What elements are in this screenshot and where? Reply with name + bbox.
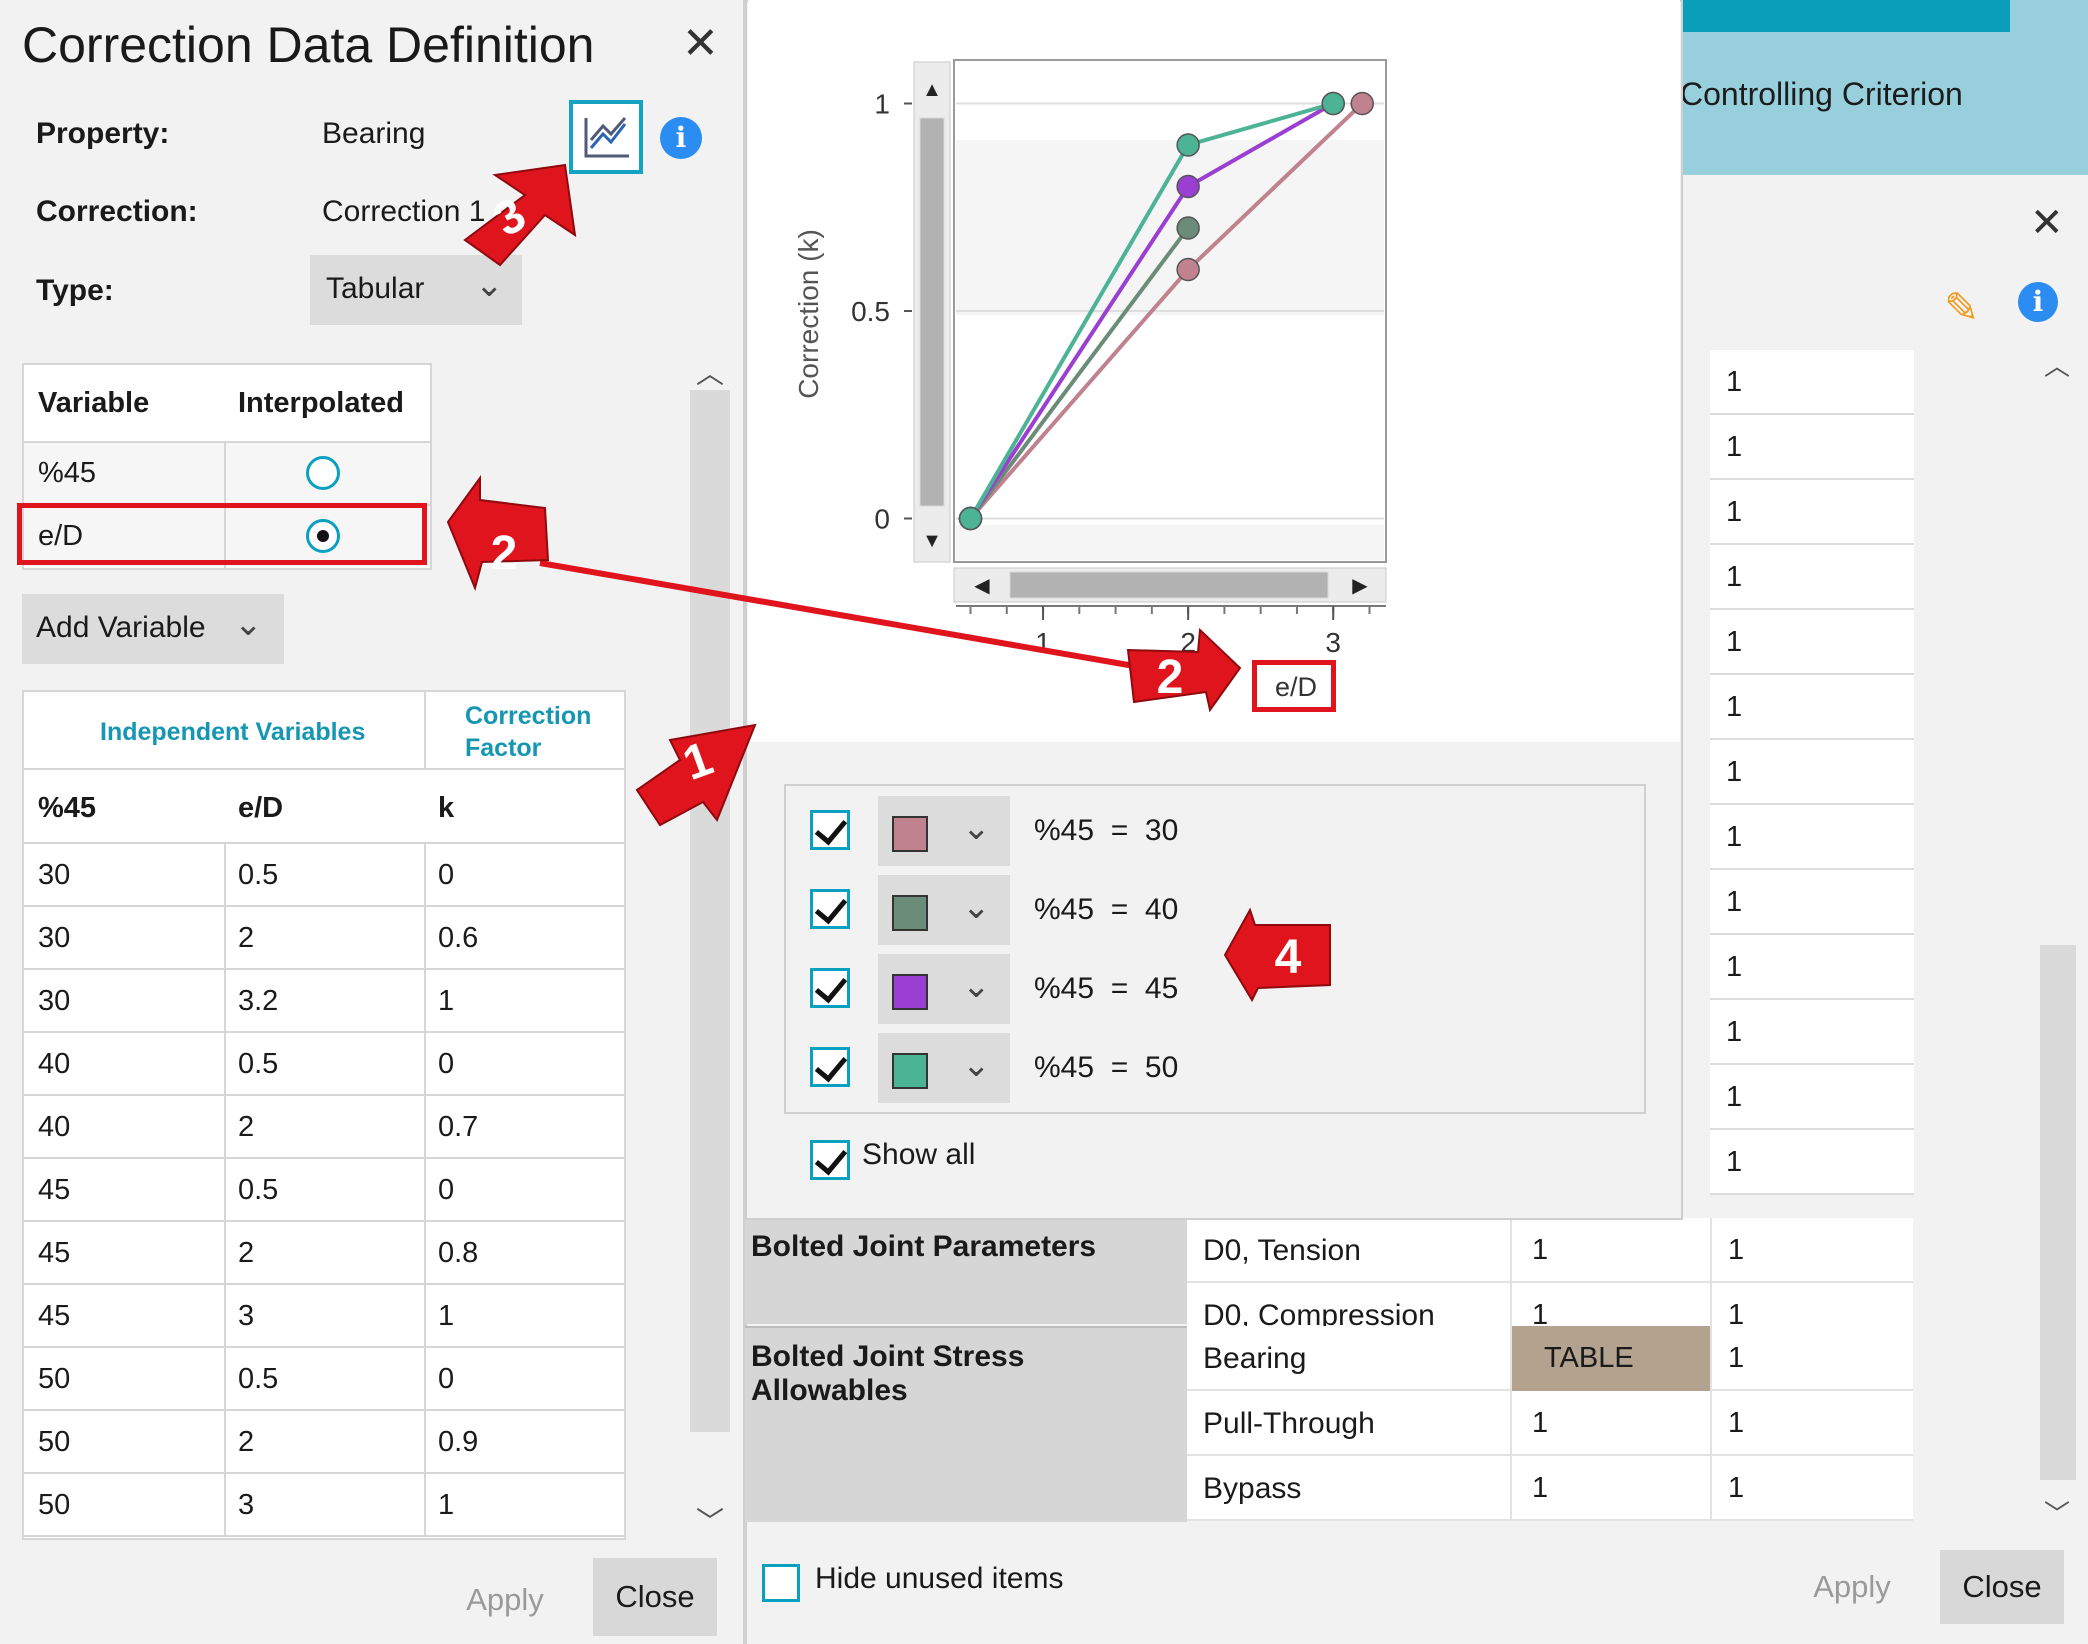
annotation-badge-4: 4 [1274, 931, 1302, 984]
annotation-badge-2-right: 2 [1156, 651, 1184, 704]
annotation-connector-line [539, 560, 1141, 670]
annotation-badge-2-left: 2 [490, 527, 518, 580]
annotation-overlay [446, 163, 1331, 1003]
